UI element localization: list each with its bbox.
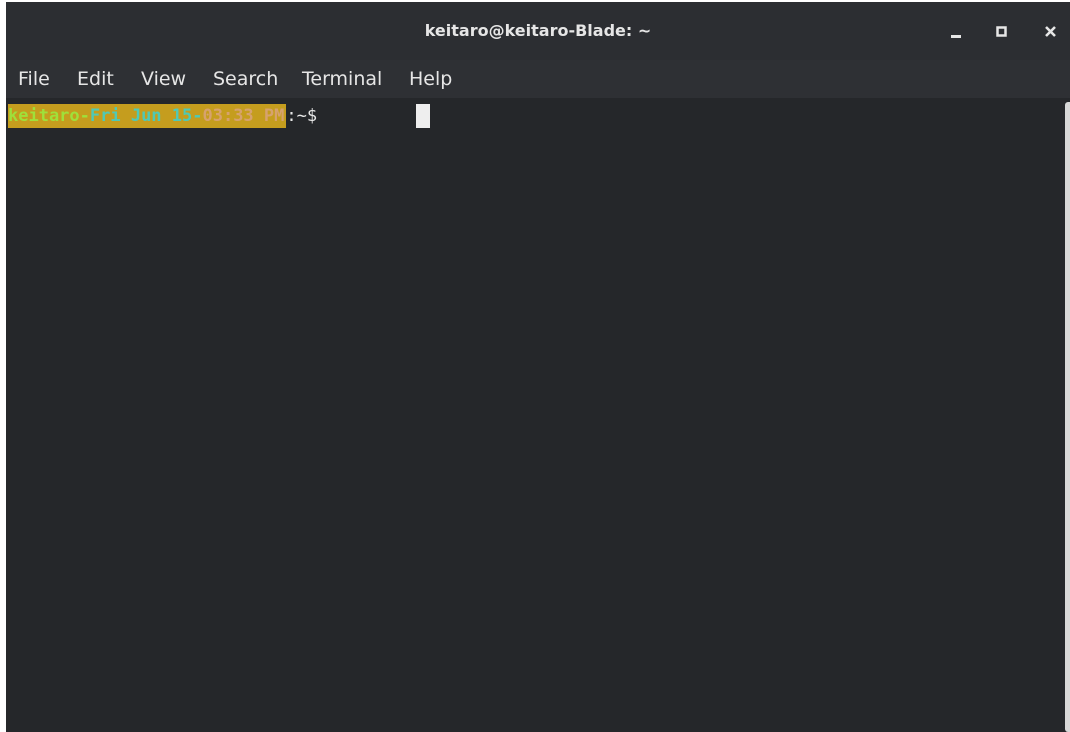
menu-help[interactable]: Help: [409, 68, 452, 90]
prompt-date: Fri Jun 15-: [89, 106, 203, 126]
minimize-icon: [951, 35, 961, 38]
scrollbar[interactable]: [1065, 102, 1070, 732]
prompt-user: keitaro-: [8, 106, 90, 126]
terminal-window: keitaro@keitaro-Blade: ~ File Edit View …: [6, 2, 1070, 732]
terminal-area[interactable]: keitaro-Fri Jun 15-03:33 PM:~$: [6, 98, 1070, 732]
title-bar[interactable]: keitaro@keitaro-Blade: ~: [6, 2, 1070, 60]
minimize-button[interactable]: [943, 19, 969, 45]
maximize-icon: [996, 26, 1007, 37]
prompt-suffix: :~$: [286, 106, 328, 126]
menu-terminal[interactable]: Terminal: [302, 68, 382, 90]
maximize-button[interactable]: [989, 19, 1015, 45]
prompt-highlight: keitaro-Fri Jun 15-03:33 PM: [8, 104, 287, 128]
menu-view[interactable]: View: [141, 68, 186, 90]
prompt-time: 03:33 PM: [202, 106, 285, 126]
prompt-line: keitaro-Fri Jun 15-03:33 PM:~$: [8, 104, 327, 128]
menu-bar: File Edit View Search Terminal Help: [6, 60, 1070, 98]
menu-file[interactable]: File: [18, 68, 50, 90]
close-button[interactable]: [1038, 19, 1064, 45]
menu-search[interactable]: Search: [213, 68, 278, 90]
text-cursor: [416, 104, 430, 128]
window-title: keitaro@keitaro-Blade: ~: [424, 21, 652, 40]
menu-edit[interactable]: Edit: [77, 68, 114, 90]
close-icon: [1045, 26, 1056, 37]
